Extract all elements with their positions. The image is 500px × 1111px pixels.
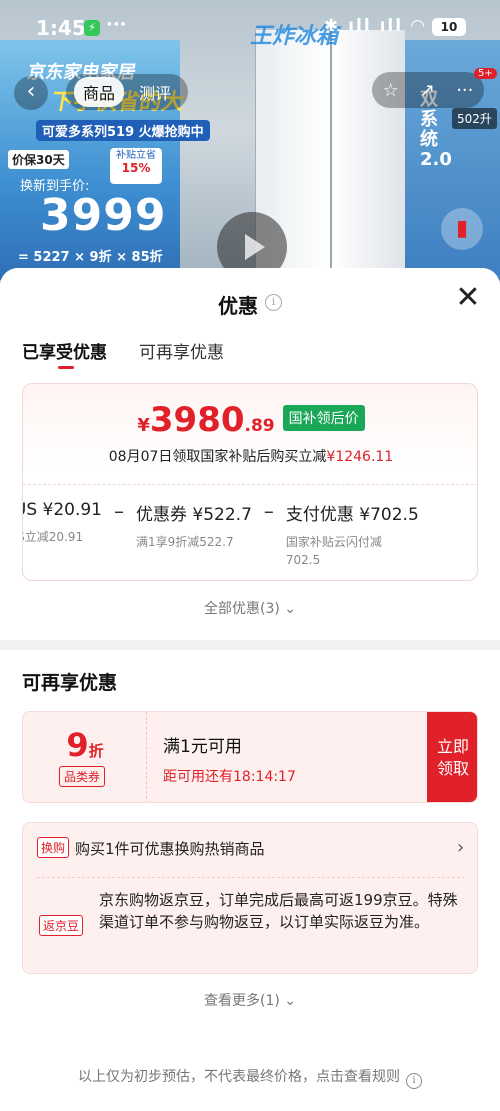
breakdown-title: 优惠券 ¥522.7 (136, 505, 252, 525)
signal-wifi-icons: ✱ ıll ıll ◠ (324, 16, 427, 36)
promo-price: 3999 (40, 190, 167, 241)
claim-coupon-button[interactable]: 立即领取 (427, 712, 477, 802)
chevron-down-icon: ⌄ (284, 601, 297, 617)
price-summary-card: ¥3980.89 国补领后价 08月07日领取国家补贴后购买立减¥1246.11 … (22, 383, 478, 581)
all-discounts-label: 全部优惠(3) (203, 601, 280, 617)
charging-icon: ⚡ (84, 20, 100, 36)
rank-chart-icon[interactable]: ▮ (441, 208, 483, 250)
tab-more-available[interactable]: 可再享优惠 (139, 338, 224, 372)
all-discounts-link[interactable]: 全部优惠(3) ⌄ (0, 598, 500, 618)
breakdown-title: PLUS ¥20.91 (23, 500, 102, 520)
coupon-type-badge: 品类券 (59, 766, 106, 787)
minus-sign: – (114, 499, 124, 523)
price-description: 08月07日领取国家补贴后购买立减¥1246.11 (23, 446, 477, 466)
more-section-title: 可再享优惠 (22, 672, 118, 694)
category-coupon: 9折 品类券 满1元可用 距可用还有18:14:17 立即领取 (22, 711, 478, 803)
price-desc-text: 08月07日领取国家补贴后购买立减 (108, 449, 327, 465)
price-integer: 3980 (149, 400, 245, 440)
jingdou-tag: 返京豆 (39, 915, 84, 936)
close-icon[interactable]: ✕ (452, 280, 484, 316)
discount-sheet: 优惠 i ✕ 已享受优惠 可再享优惠 ¥3980.89 国补领后价 08月07日领… (0, 268, 500, 1111)
trade-up-text: 购买1件可优惠换购热销商品 (75, 840, 265, 858)
coupon-unit: 折 (88, 742, 104, 760)
nav-tab-review[interactable]: 测评 (130, 77, 180, 107)
favorite-star-icon[interactable]: ☆ (383, 80, 399, 101)
breakdown-item: PLUS ¥20.91 PLUS立减20.91 (23, 500, 102, 546)
subsidy-label: 补贴立省 (116, 150, 156, 161)
minus-sign: – (263, 499, 274, 523)
trade-up-tag: 换购 (37, 837, 70, 858)
status-bar: 1:45 ⚡ ··· ✱ ıll ıll ◠ 10 (0, 0, 500, 56)
subsidy-pct: 15% (121, 161, 151, 175)
final-price: ¥3980.89 国补领后价 (23, 400, 477, 440)
nav-actions: ☆ ↗ ··· (372, 72, 484, 108)
discount-tabs: 已享受优惠 可再享优惠 (22, 338, 224, 372)
discount-breakdown[interactable]: PLUS ¥20.91 PLUS立减20.91 – 优惠券 ¥522.7 满1享… (23, 499, 451, 580)
more-options-icon[interactable]: ··· (456, 80, 473, 101)
promo-sub: 可爱多系列519 火爆抢购中 (36, 120, 210, 141)
breakdown-sub: 满1享9折减522.7 (136, 535, 234, 549)
breakdown-item: 优惠券 ¥522.7 满1享9折减522.7 (136, 500, 252, 551)
nav-tab-product[interactable]: 商品 (74, 77, 125, 107)
tab-enjoyed[interactable]: 已享受优惠 (22, 338, 107, 372)
footer-text: 以上仅为初步预估，不代表最终价格，点击查看规则 (78, 1069, 400, 1085)
breakdown-title: 支付优惠 ¥702.5 (285, 505, 419, 525)
see-more-link[interactable]: 查看更多(1) ⌄ (0, 990, 500, 1010)
chevron-down-icon: ⌄ (284, 993, 297, 1009)
card-divider (23, 484, 477, 485)
info-icon[interactable]: i (265, 294, 282, 311)
sheet-header: 优惠 i ✕ (0, 268, 500, 334)
status-time: 1:45 (36, 16, 86, 40)
back-arrow-icon[interactable]: ‹ (14, 76, 48, 110)
share-icon[interactable]: ↗ (420, 80, 435, 101)
price-desc-amount: ¥1246.11 (326, 449, 394, 465)
coupon-countdown: 距可用还有18:14:17 (163, 769, 296, 785)
battery-icon: 10 (432, 18, 466, 36)
subsidy-badge: 补贴立省 15% (110, 148, 162, 184)
breakdown-sub: 国家补贴云闪付减702.5 (285, 535, 382, 567)
coupon-value-area: 9折 品类券 (23, 712, 147, 802)
capacity-label: 502升 (452, 108, 497, 129)
info-icon: i (406, 1073, 422, 1089)
promo-formula: = 5227 × 9折 × 85折 (18, 250, 163, 265)
price-tag: 国补领后价 (282, 405, 365, 431)
product-nav-tabs: 商品 测评 (66, 74, 189, 110)
coupon-number: 9 (66, 726, 89, 764)
price-decimal: .89 (244, 416, 275, 436)
jingdou-text: 京东购物返京豆，订单完成后最高可返199京豆。特殊渠道订单不参与购物返豆，以订单… (99, 891, 458, 931)
breakdown-sub: PLUS立减20.91 (23, 530, 84, 544)
breakdown-item: 支付优惠 ¥702.5 国家补贴云闪付减702.5 (286, 500, 426, 569)
more-dots-icon: ··· (106, 14, 127, 35)
price-protect-badge: 价保30天 (8, 150, 69, 169)
chevron-right-icon: › (457, 837, 465, 858)
see-more-label: 查看更多(1) (203, 993, 280, 1009)
coupon-value: 9折 (23, 726, 147, 764)
sheet-title: 优惠 (218, 294, 258, 318)
currency-symbol: ¥ (137, 415, 150, 436)
extra-benefits-card: 换购 购买1件可优惠换购热销商品 › 返京豆 京东购物返京豆，订单完成后最高可返1… (22, 822, 478, 974)
claim-coupon-label: 立即领取 (436, 737, 469, 778)
footer-note[interactable]: 以上仅为初步预估，不代表最终价格，点击查看规则 i (0, 1066, 500, 1089)
info-divider (37, 877, 465, 878)
cart-badge: 5+ (474, 68, 497, 79)
trade-up-row[interactable]: 换购 购买1件可优惠换购热销商品 › (37, 837, 467, 863)
coupon-condition: 满1元可用 (163, 737, 242, 757)
